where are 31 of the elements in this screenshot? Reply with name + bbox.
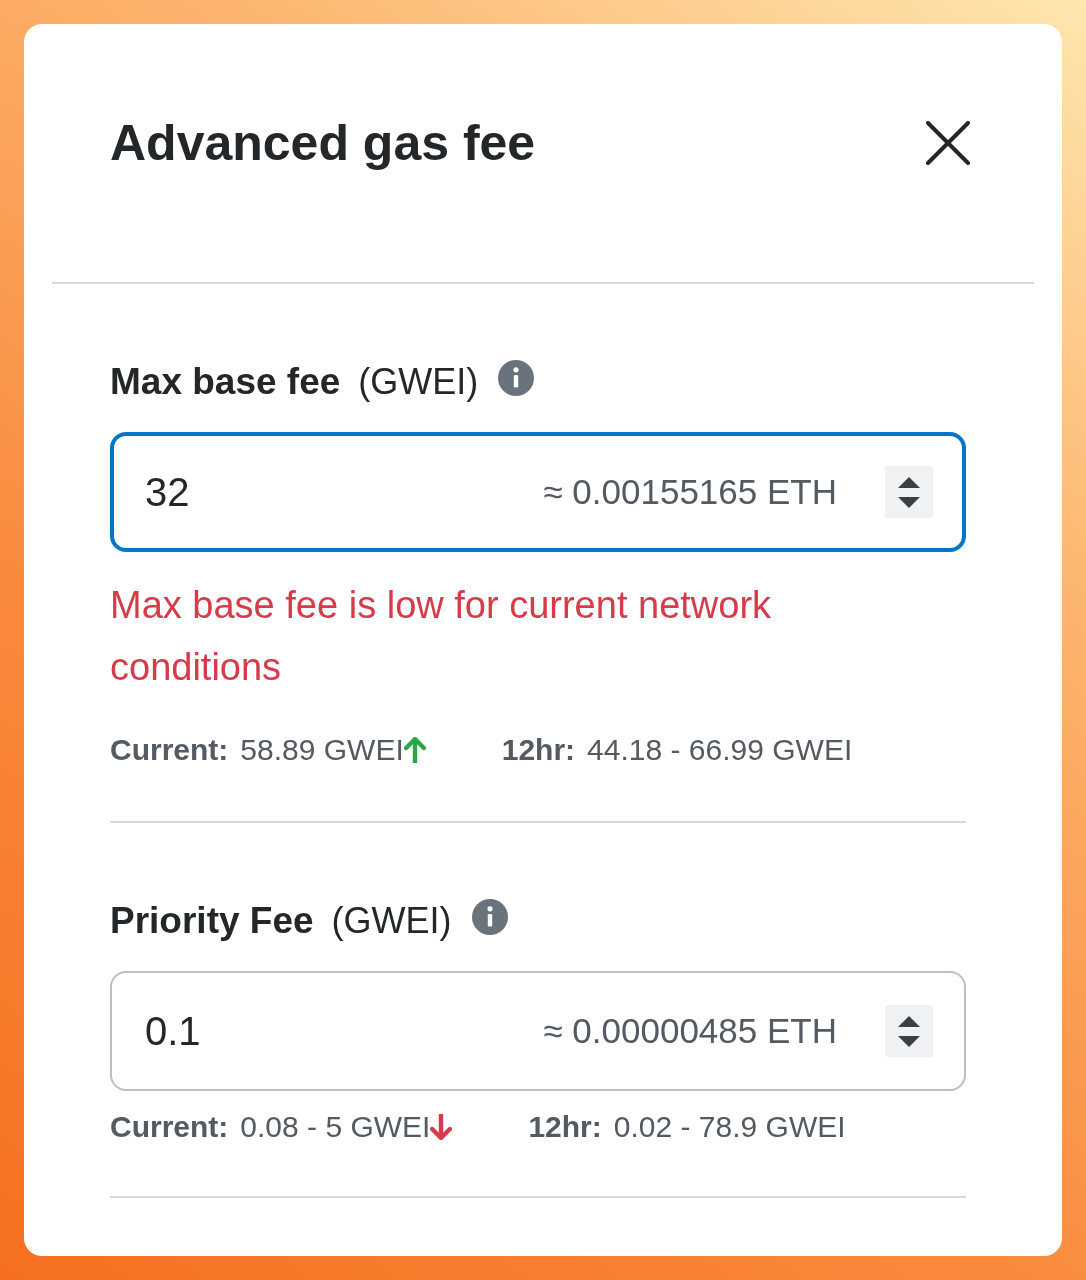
stat-label: 12hr: (528, 1109, 602, 1145)
error-message: Max base fee is low for current network conditions (110, 583, 773, 690)
stat-value: 58.89 GWEI (240, 732, 404, 768)
info-icon[interactable] (471, 899, 508, 935)
number-stepper[interactable] (885, 1005, 933, 1057)
dialog-title: Advanced gas fee (110, 114, 536, 172)
field-label: Priority Fee (110, 899, 314, 943)
eth-estimate: ≈ 0.00000485 ETH (543, 1010, 837, 1052)
info-icon[interactable] (498, 360, 535, 396)
caret-up-icon[interactable] (898, 476, 920, 488)
unit-label: (GWEI) (331, 899, 452, 943)
stat-label: Current: (110, 1109, 229, 1145)
fee-input[interactable]: 0.1 ≈ 0.00000485 ETH (110, 971, 966, 1091)
unit-label: (GWEI) (358, 360, 479, 404)
stat-label: Current: (110, 732, 229, 768)
caret-down-icon[interactable] (898, 1035, 920, 1047)
arrow-down-icon (430, 1114, 453, 1140)
field-label: Max base fee (110, 360, 341, 404)
input-value: 0.1 (145, 1008, 201, 1055)
stat-value: 0.02 - 78.9 GWEI (613, 1109, 846, 1145)
input-value: 32 (145, 469, 190, 516)
stat-value: 0.08 - 5 GWEI (240, 1109, 431, 1145)
eth-estimate: ≈ 0.00155165 ETH (543, 471, 837, 513)
close-icon[interactable] (926, 121, 970, 165)
arrow-up-icon (403, 737, 426, 763)
stat-label: 12hr: (501, 732, 576, 768)
stat-value: 44.18 - 66.99 GWEI (587, 732, 853, 768)
caret-up-icon[interactable] (898, 1015, 920, 1027)
caret-down-icon[interactable] (898, 496, 920, 508)
fee-input[interactable]: 32 ≈ 0.00155165 ETH (110, 432, 966, 552)
number-stepper[interactable] (885, 466, 933, 518)
